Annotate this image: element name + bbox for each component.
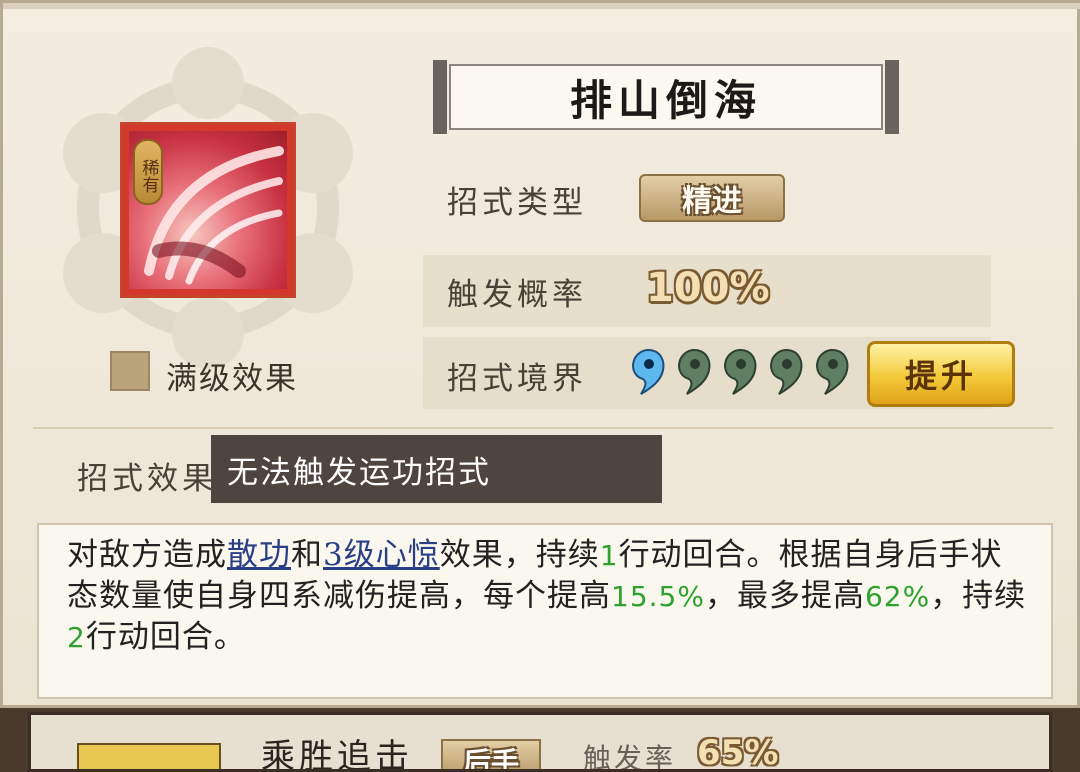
type-label: 招式类型: [447, 185, 587, 221]
full-level-checkbox[interactable]: [110, 351, 150, 391]
divider: [33, 427, 1053, 429]
type-badge: 精进: [639, 174, 785, 222]
realm-label: 招式境界: [447, 361, 587, 397]
bracket-left: [433, 60, 447, 134]
keyword-link[interactable]: 散功: [227, 537, 291, 573]
desc-number: 62%: [864, 580, 931, 613]
skill-description: 对敌方造成散功和3级心惊效果，持续1行动回合。根据自身后手状态数量使自身四系减伤…: [67, 535, 1027, 658]
realm-drop-inactive-icon: [678, 348, 711, 395]
bracket-right: [885, 60, 899, 134]
next-skill-type: 后手: [441, 739, 541, 769]
skill-title: 排山倒海: [449, 64, 883, 130]
upgrade-button[interactable]: 提升: [867, 341, 1015, 407]
skill-title-frame: 排山倒海: [433, 60, 899, 134]
desc-text: ，持续: [930, 578, 1027, 614]
skill-detail-panel: 稀有 满级效果 排山倒海 招式类型 精进 触发概率 100% 招式境界 提升 招…: [0, 0, 1080, 708]
realm-drop-inactive-icon: [770, 348, 803, 395]
rate-value: 100%: [646, 265, 770, 311]
desc-number: 15.5%: [611, 580, 705, 613]
full-level-label: 满级效果: [166, 361, 298, 397]
desc-text: 和: [291, 537, 323, 573]
desc-text: 对敌方造成: [67, 537, 227, 573]
next-skill-rate: 65%: [697, 733, 779, 772]
desc-text: 行动回合。: [85, 619, 246, 655]
rarity-badge: 稀有: [133, 139, 163, 205]
realm-drop-active-icon: [632, 348, 665, 395]
desc-text: 效果，持续: [439, 537, 600, 573]
desc-number: 2: [67, 621, 86, 654]
next-skill-card[interactable]: 乘胜追击 后手 触发率 65%: [28, 712, 1052, 772]
realm-drop-inactive-icon: [724, 348, 757, 395]
rate-label: 触发概率: [447, 277, 587, 313]
realm-levels: [629, 348, 851, 398]
next-skill-name: 乘胜追击: [261, 737, 413, 772]
keyword-link[interactable]: 3级心惊: [323, 537, 440, 573]
tooltip: 无法触发运功招式: [211, 435, 662, 503]
desc-number: 1: [599, 539, 619, 572]
next-skill-icon: [77, 743, 221, 769]
realm-drop-inactive-icon: [816, 348, 849, 395]
effect-label: 招式效果: [77, 461, 217, 497]
panel-edge: [3, 3, 1080, 9]
desc-text: ，最多提高: [704, 578, 865, 614]
